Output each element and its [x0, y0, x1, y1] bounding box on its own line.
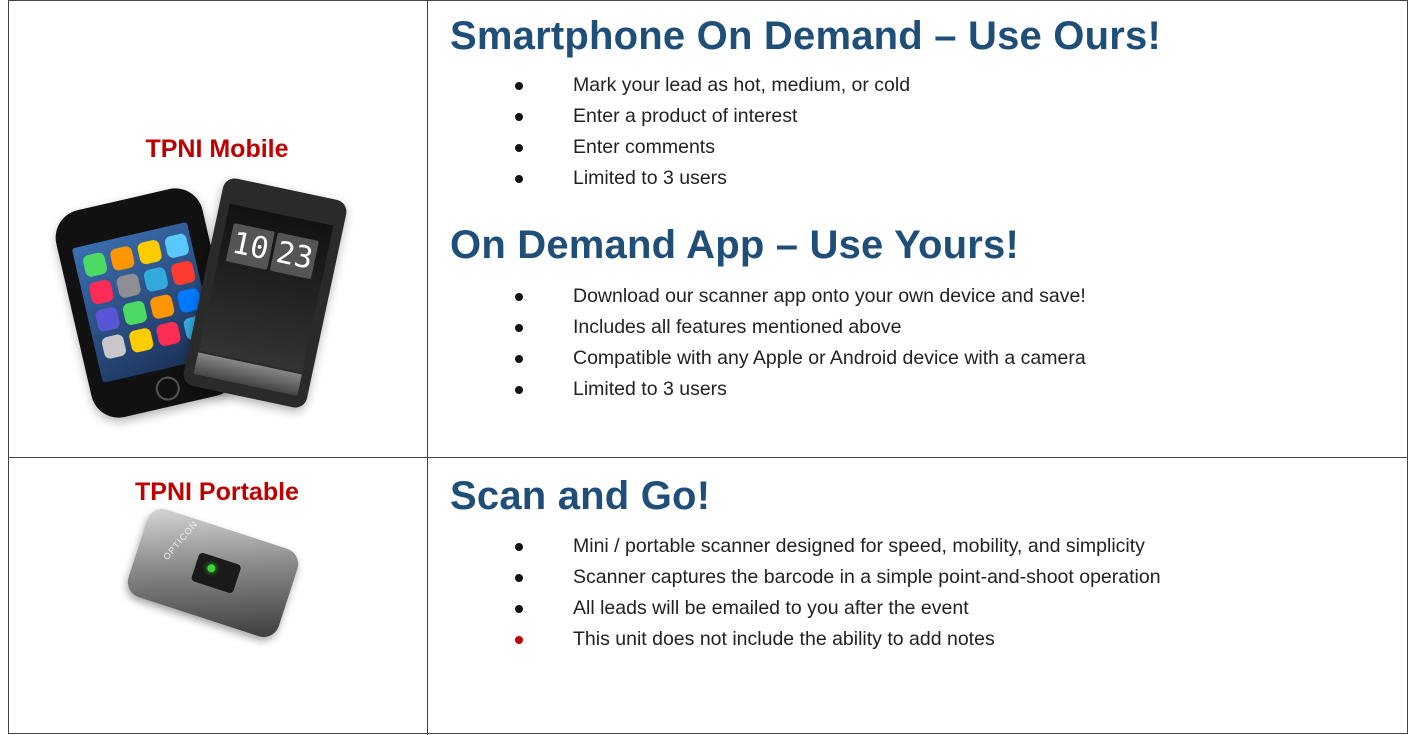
bullet-icon — [515, 144, 523, 152]
scanner-features-list: Mini / portable scanner designed for spe… — [515, 531, 1161, 655]
scanner-brand-text: OPTICON — [161, 518, 200, 562]
list-item: Compatible with any Apple or Android dev… — [515, 343, 1086, 374]
bullet-icon — [515, 574, 523, 582]
smartphones-image: 1023 — [50, 175, 362, 424]
section-heading-smartphone: Smartphone On Demand – Use Ours! — [450, 14, 1161, 58]
bullet-icon — [515, 82, 523, 90]
smartphone-features-list: Mark your lead as hot, medium, or cold E… — [515, 70, 910, 194]
bullet-icon — [515, 175, 523, 183]
list-item: Mark your lead as hot, medium, or cold — [515, 70, 910, 101]
htc-phone-illustration: 1023 — [181, 176, 349, 410]
bullet-icon — [515, 355, 523, 363]
row-divider — [9, 457, 1407, 458]
section-heading-app: On Demand App – Use Yours! — [450, 223, 1020, 267]
bullet-icon — [515, 543, 523, 551]
bullet-icon — [515, 293, 523, 301]
list-item: Limited to 3 users — [515, 374, 1086, 405]
list-item: Download our scanner app onto your own d… — [515, 281, 1086, 312]
bullet-icon-red — [515, 636, 523, 644]
bullet-icon — [515, 605, 523, 613]
row-label-portable: TPNI Portable — [135, 478, 299, 506]
portable-scanner-image: OPTICON — [123, 504, 303, 642]
app-features-list: Download our scanner app onto your own d… — [515, 281, 1086, 405]
bullet-icon — [515, 386, 523, 394]
column-divider — [427, 1, 428, 735]
list-item: All leads will be emailed to you after t… — [515, 593, 1161, 624]
list-item: This unit does not include the ability t… — [515, 624, 1161, 655]
home-button-icon — [153, 374, 183, 403]
list-item: Scanner captures the barcode in a simple… — [515, 562, 1161, 593]
list-item: Includes all features mentioned above — [515, 312, 1086, 343]
section-heading-scan-and-go: Scan and Go! — [450, 474, 711, 518]
scanner-window — [190, 551, 242, 595]
scanner-body: OPTICON — [123, 504, 303, 642]
list-item: Enter a product of interest — [515, 101, 910, 132]
list-item: Enter comments — [515, 132, 910, 163]
list-item: Limited to 3 users — [515, 163, 910, 194]
bullet-icon — [515, 324, 523, 332]
row-label-mobile: TPNI Mobile — [145, 135, 289, 163]
bullet-icon — [515, 113, 523, 121]
list-item: Mini / portable scanner designed for spe… — [515, 531, 1161, 562]
